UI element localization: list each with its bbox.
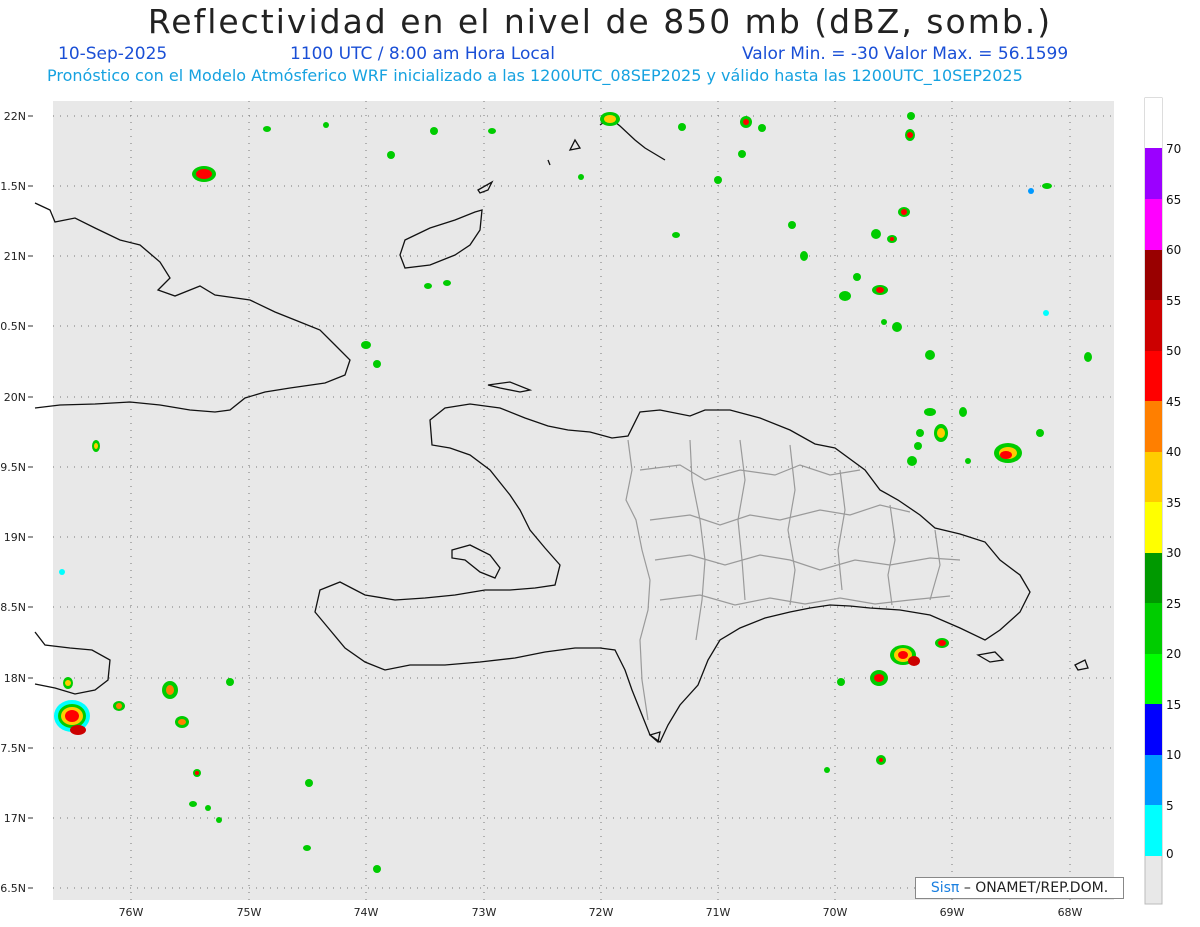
lat-label: 21N — [4, 250, 26, 263]
colorbar-label: 10 — [1166, 748, 1181, 762]
colorbar-label: 40 — [1166, 445, 1181, 459]
lon-label: 69W — [940, 906, 965, 919]
color-swatch — [1145, 300, 1162, 351]
reflectivity-map: 22N 21.5N 21N 20.5N 20N 19.5N 19N 18.5N … — [0, 97, 1181, 919]
colorbar-label: 25 — [1166, 597, 1181, 611]
color-swatch — [1145, 755, 1162, 805]
lat-label: 20N — [4, 391, 26, 404]
colorbar-label: 55 — [1166, 294, 1181, 308]
credit-box: Sisπ – ONAMET/REP.DOM. — [915, 877, 1124, 899]
color-swatch — [1145, 704, 1162, 755]
lat-label: 19N — [4, 531, 26, 544]
lon-label: 75W — [237, 906, 262, 919]
color-swatch — [1145, 553, 1162, 603]
credit-brand: Sis — [930, 880, 951, 896]
colorbar-label: 15 — [1166, 698, 1181, 712]
color-swatch — [1145, 654, 1162, 704]
lat-label: 17.5N — [0, 742, 26, 755]
color-swatch — [1145, 199, 1162, 250]
color-swatch — [1145, 98, 1162, 148]
colorbar-label: 5 — [1166, 799, 1174, 813]
lon-label: 72W — [589, 906, 614, 919]
colorbar-label: 45 — [1166, 395, 1181, 409]
lon-label: 73W — [472, 906, 497, 919]
colorbar-label: 70 — [1166, 142, 1181, 156]
lon-label: 71W — [706, 906, 731, 919]
color-swatch — [1145, 805, 1162, 856]
lat-label: 18N — [4, 672, 26, 685]
colorbar-label: 65 — [1166, 193, 1181, 207]
colorbar-label: 20 — [1166, 647, 1181, 661]
colorbar-label: 60 — [1166, 243, 1181, 257]
lat-label: 20.5N — [0, 320, 26, 333]
color-swatch — [1145, 401, 1162, 452]
map-area — [53, 101, 1114, 900]
lat-ticks — [28, 115, 33, 889]
sispi-logo: Sisπ — [931, 880, 960, 896]
colorbar-label: 35 — [1166, 496, 1181, 510]
credit-brand-symbol: π — [950, 880, 960, 896]
lat-label: 22N — [4, 110, 26, 123]
lat-label: 16.5N — [0, 882, 26, 895]
colorbar-label: 50 — [1166, 344, 1181, 358]
longitude-labels: 76W 75W 74W 73W 72W 71W 70W 69W 68W — [119, 906, 1083, 919]
lat-label: 19.5N — [0, 461, 26, 474]
lon-label: 74W — [354, 906, 379, 919]
color-swatch — [1145, 502, 1162, 553]
color-swatch — [1145, 351, 1162, 401]
color-swatch — [1145, 148, 1162, 199]
lat-label: 21.5N — [0, 180, 26, 193]
latitude-labels: 22N 21.5N 21N 20.5N 20N 19.5N 19N 18.5N … — [0, 110, 26, 895]
color-scale: 70 65 60 55 50 45 40 35 30 25 20 15 10 5… — [1144, 97, 1181, 905]
color-swatch — [1145, 452, 1162, 502]
lat-label: 17N — [4, 812, 26, 825]
color-swatch — [1145, 603, 1162, 654]
lon-label: 70W — [823, 906, 848, 919]
lat-label: 18.5N — [0, 601, 26, 614]
credit-text: – ONAMET/REP.DOM. — [963, 880, 1109, 896]
colorbar-label: 30 — [1166, 546, 1181, 560]
lon-label: 76W — [119, 906, 144, 919]
lon-label: 68W — [1058, 906, 1083, 919]
color-swatch — [1145, 250, 1162, 300]
colorbar-label: 0 — [1166, 847, 1174, 861]
